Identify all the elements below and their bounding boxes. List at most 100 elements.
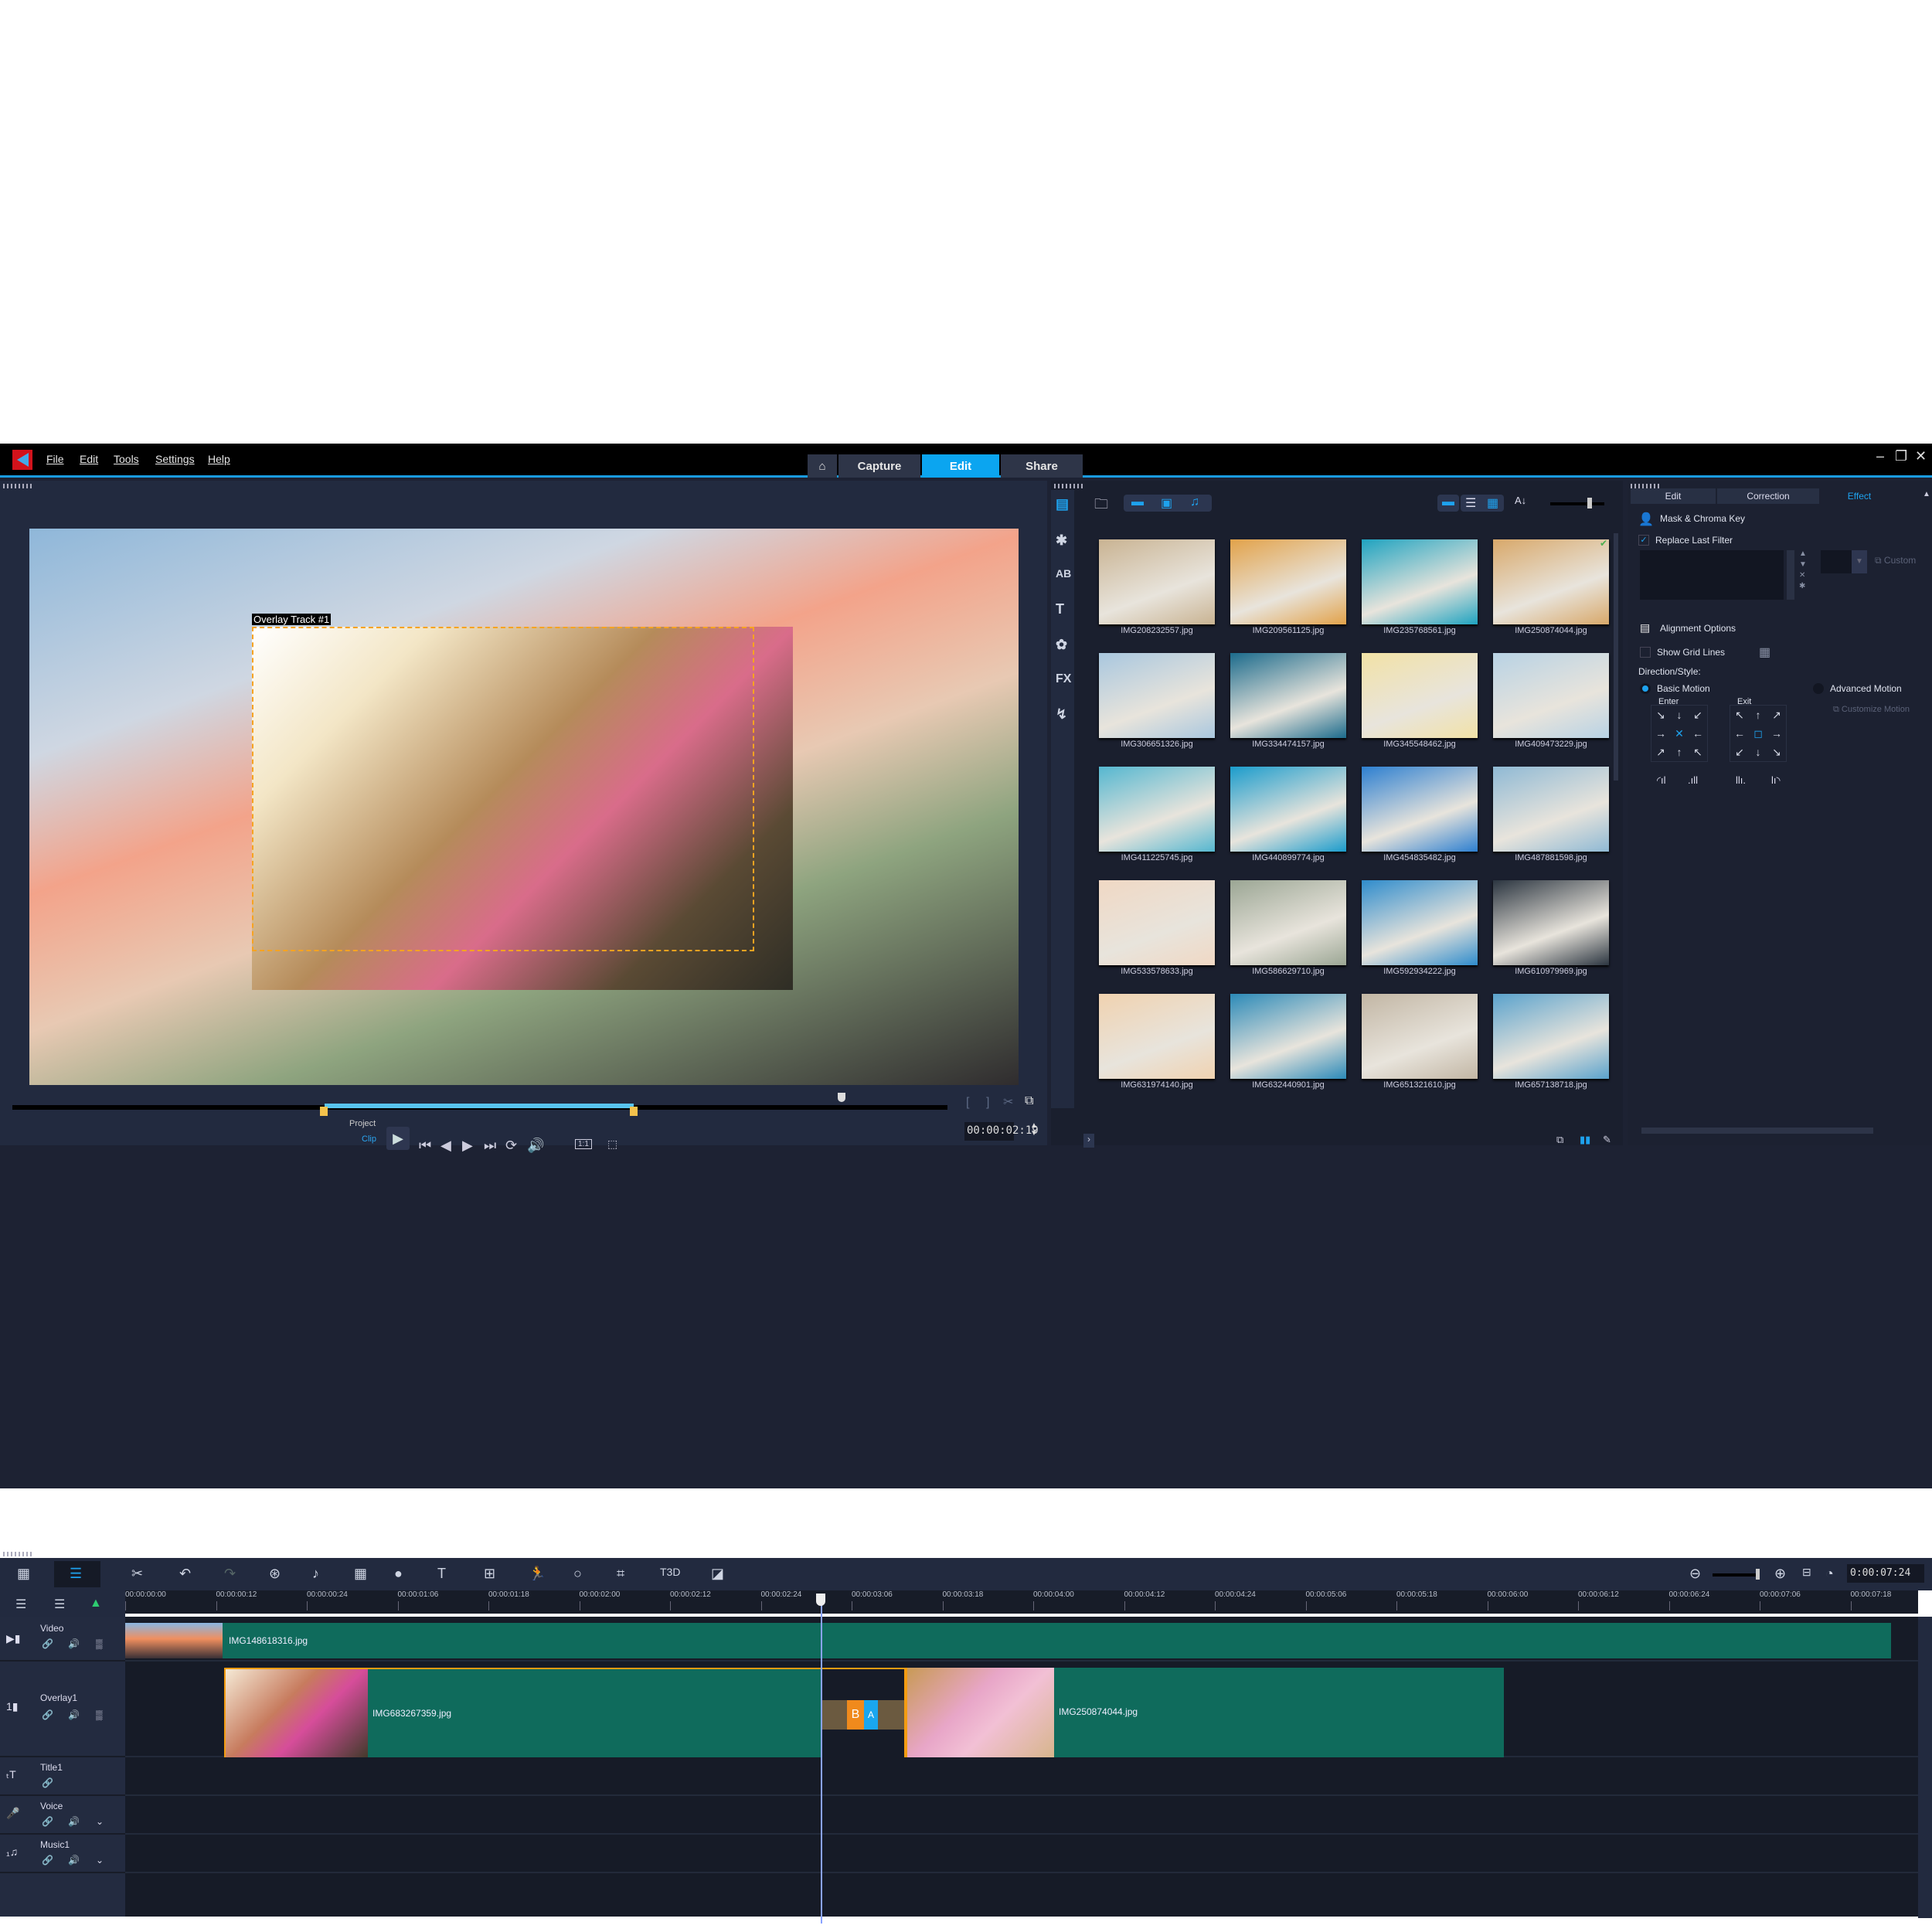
end-icon[interactable]: ⏭ xyxy=(484,1138,496,1154)
show-photo-icon[interactable]: ▣ xyxy=(1161,495,1172,511)
grid-view-icon[interactable]: ▦ xyxy=(1487,495,1498,511)
add-folder-icon[interactable]: 🗀 xyxy=(1094,495,1108,518)
link-icon[interactable]: 🔗 xyxy=(42,1709,53,1720)
direction-arrow-icon[interactable]: ↙ xyxy=(1689,709,1707,722)
split-screen-icon[interactable]: ◪ xyxy=(711,1566,724,1582)
thumbnail-size-slider[interactable] xyxy=(1550,502,1604,505)
alignment-icon[interactable]: ▤ xyxy=(1640,621,1650,634)
options-hscrollbar[interactable] xyxy=(1641,1128,1873,1134)
ripple-editing-icon[interactable]: ▒ xyxy=(96,1709,103,1720)
ripple-editing-icon[interactable]: ▒ xyxy=(96,1638,103,1649)
home-start-icon[interactable]: ⏮ xyxy=(419,1138,431,1154)
transition[interactable]: B A xyxy=(822,1668,904,1760)
auto-music-icon[interactable]: ▦ xyxy=(354,1566,367,1582)
show-audio-icon[interactable]: ♫ xyxy=(1190,495,1199,509)
direction-arrow-icon[interactable]: ↓ xyxy=(1670,709,1689,721)
trim-end-handle[interactable] xyxy=(630,1107,638,1116)
mute-icon[interactable]: 🔊 xyxy=(68,1638,80,1649)
menu-edit[interactable]: Edit xyxy=(80,453,98,465)
media-item[interactable]: IMG235768561.jpg xyxy=(1354,535,1485,648)
direction-arrow-icon[interactable]: ↗ xyxy=(1767,709,1786,722)
graphics-icon[interactable]: ✿ xyxy=(1056,637,1067,653)
repeat-icon[interactable]: ⟳ xyxy=(505,1138,517,1154)
split-clip-icon[interactable]: ✂ xyxy=(1003,1094,1013,1110)
direction-arrow-icon[interactable]: ↘ xyxy=(1651,709,1670,722)
filter-list-scrollbar[interactable] xyxy=(1787,550,1794,600)
media-item[interactable]: IMG209561125.jpg xyxy=(1223,535,1354,648)
timeline-ruler[interactable]: 00:00:00:00 00:00:00:12 00:00:00:24 00:00:0… xyxy=(125,1590,1918,1614)
project-mode-label[interactable]: Project xyxy=(349,1119,376,1128)
alignment-options-label[interactable]: Alignment Options xyxy=(1660,623,1736,634)
previous-frame-icon[interactable]: ◀ xyxy=(440,1138,451,1154)
chevron-down-icon[interactable]: ⌄ xyxy=(96,1816,104,1827)
library-mode-icon[interactable]: ▮▮ xyxy=(1580,1134,1590,1146)
mask-chroma-key-label[interactable]: Mask & Chroma Key xyxy=(1660,513,1745,524)
subtitle-editor-icon[interactable]: T xyxy=(437,1566,446,1582)
direction-arrow-icon[interactable]: ↓ xyxy=(1749,746,1767,758)
mask-creator-icon[interactable]: ○ xyxy=(573,1566,582,1582)
library-scrollbar[interactable] xyxy=(1614,533,1618,781)
filter-order-controls[interactable]: ▲ ▼ ✕ ✱ xyxy=(1799,549,1807,592)
direction-arrow-icon[interactable]: ↖ xyxy=(1730,709,1749,722)
media-item[interactable]: ✔ IMG250874044.jpg xyxy=(1485,535,1617,648)
mute-icon[interactable]: 🔊 xyxy=(68,1855,80,1866)
chapter-point-icon[interactable]: ▲ xyxy=(90,1597,102,1611)
direction-arrow-icon[interactable]: ◻ xyxy=(1749,727,1767,740)
pan-zoom-icon[interactable]: ⌗ xyxy=(617,1566,624,1582)
next-frame-icon[interactable]: ▶ xyxy=(462,1138,473,1154)
customize-motion-button[interactable]: ⧉ Customize Motion xyxy=(1833,705,1910,715)
direction-arrow-icon[interactable]: ← xyxy=(1730,727,1749,740)
transition-icon[interactable]: AB xyxy=(1056,567,1071,580)
zoom-in-icon[interactable]: ⊕ xyxy=(1774,1566,1786,1582)
path-icon[interactable]: ↯ xyxy=(1056,706,1067,723)
menu-settings[interactable]: Settings xyxy=(155,453,195,465)
overlay-selection-frame[interactable] xyxy=(252,627,754,951)
mute-icon[interactable]: 🔊 xyxy=(68,1816,80,1827)
media-item[interactable]: IMG306651326.jpg xyxy=(1091,648,1223,762)
media-item[interactable]: IMG592934222.jpg xyxy=(1354,876,1485,989)
media-item[interactable]: IMG610979969.jpg xyxy=(1485,876,1617,989)
media-item[interactable]: IMG657138718.jpg xyxy=(1485,989,1617,1103)
filter-fx-icon[interactable]: FX xyxy=(1056,672,1071,686)
slider-handle[interactable] xyxy=(1587,498,1592,509)
panel-grip[interactable] xyxy=(1054,484,1085,488)
media-item[interactable]: IMG487881598.jpg xyxy=(1485,762,1617,876)
direction-arrow-icon[interactable]: ↘ xyxy=(1767,746,1786,759)
redo-icon[interactable]: ↷ xyxy=(224,1566,236,1582)
zoom-out-icon[interactable]: ⊖ xyxy=(1689,1566,1701,1582)
timecode-display[interactable]: 00:00:02:19 xyxy=(964,1122,1039,1141)
import-media-icon[interactable]: ⧉ xyxy=(1556,1134,1563,1146)
expand-icon[interactable]: › xyxy=(1083,1134,1094,1148)
zoom-slider-handle[interactable] xyxy=(1756,1569,1760,1580)
ease-out-alt-icon[interactable]: lı◝ xyxy=(1771,774,1781,787)
media-item[interactable]: IMG631974140.jpg xyxy=(1091,989,1223,1103)
ease-in-alt-icon[interactable]: .ıll xyxy=(1688,774,1698,786)
overlay-clip[interactable]: IMG683267359.jpg xyxy=(224,1668,822,1760)
media-item[interactable]: IMG454835482.jpg xyxy=(1354,762,1485,876)
media-item[interactable]: IMG411225745.jpg xyxy=(1091,762,1223,876)
fit-project-icon[interactable]: ⊟ xyxy=(1802,1566,1811,1579)
aspect-ratio-button[interactable]: 1:1 xyxy=(575,1139,592,1149)
direction-arrow-icon[interactable]: ← xyxy=(1689,727,1707,740)
trim-start-handle[interactable] xyxy=(320,1107,328,1116)
sound-mixer-icon[interactable]: ♪ xyxy=(312,1566,319,1582)
show-video-icon[interactable]: ▬ xyxy=(1131,495,1144,509)
direction-arrow-icon[interactable]: ↑ xyxy=(1670,746,1689,758)
ease-in-icon[interactable]: ◜ıl xyxy=(1657,774,1666,787)
media-item[interactable]: IMG440899774.jpg xyxy=(1223,762,1354,876)
toolbar-settings-icon[interactable]: ✂ xyxy=(131,1566,143,1582)
enlarge-preview-icon[interactable]: ⧉ xyxy=(1025,1094,1033,1108)
overlay-clip[interactable]: IMG250874044.jpg xyxy=(904,1668,1504,1760)
panel-grip[interactable] xyxy=(3,1552,34,1556)
video-clip[interactable]: IMG148618316.jpg xyxy=(125,1623,1891,1658)
preset-dropdown[interactable] xyxy=(1821,550,1852,573)
media-item[interactable]: IMG586629710.jpg xyxy=(1223,876,1354,989)
panel-grip[interactable] xyxy=(3,484,34,488)
direction-arrow-icon[interactable]: → xyxy=(1651,727,1670,740)
media-item[interactable]: IMG533578633.jpg xyxy=(1091,876,1223,989)
media-icon[interactable]: ▤ xyxy=(1056,496,1069,512)
clip-mode-label[interactable]: Clip xyxy=(362,1134,376,1144)
track-header-voice[interactable]: 🎤 Voice 🔗 🔊 ⌄ xyxy=(0,1796,125,1835)
timeline-vscrollbar[interactable] xyxy=(1918,1617,1932,1918)
direction-arrow-icon[interactable]: ✕ xyxy=(1670,727,1689,740)
